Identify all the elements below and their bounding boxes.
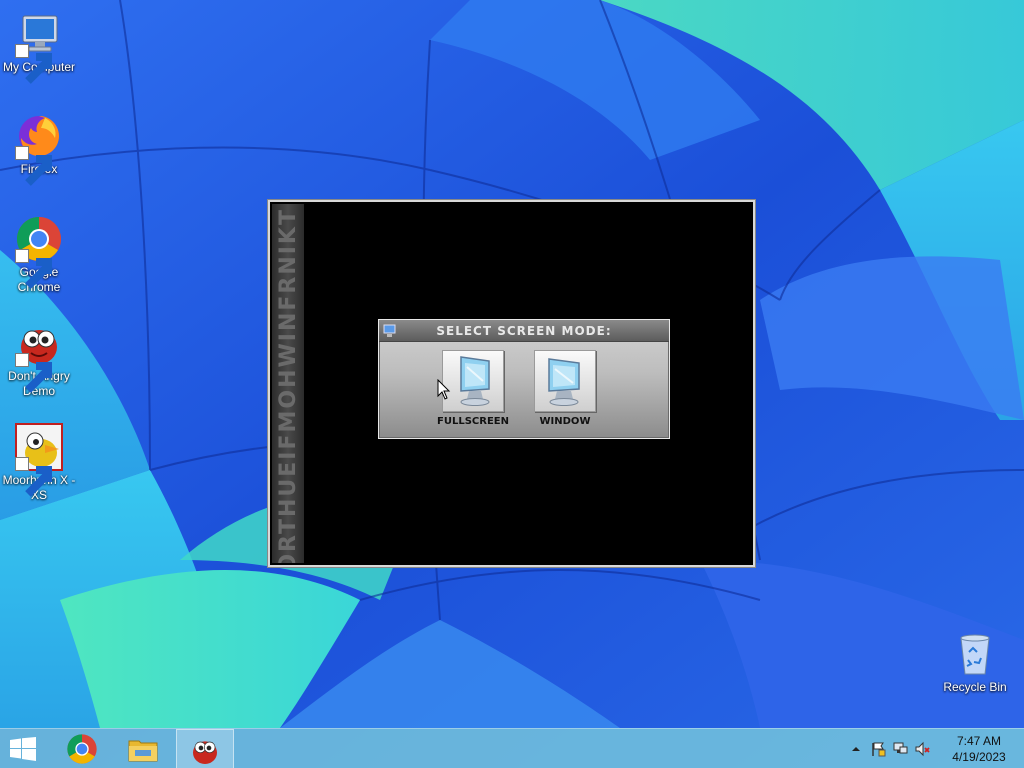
clock-time: 7:47 AM — [956, 734, 1002, 748]
desktop-icon-firefox[interactable]: Firefox — [0, 112, 78, 186]
chrome-icon — [67, 734, 97, 764]
side-banner: MORTHUEIFMOHWINFRNIKT — [272, 204, 304, 563]
shortcut-arrow-icon — [15, 249, 52, 289]
side-banner-text: MORTHUEIFMOHWINFRNIKT — [276, 208, 301, 563]
flag-icon[interactable] — [870, 741, 886, 757]
network-icon[interactable] — [892, 741, 908, 757]
dialog-title: SELECT SCREEN MODE: — [436, 324, 612, 338]
taskbar-clock[interactable]: 7:47 AM 4/19/2023 — [944, 733, 1014, 765]
shortcut-arrow-icon — [15, 457, 52, 497]
dialog-titlebar: SELECT SCREEN MODE: — [379, 320, 669, 342]
chevron-up-icon[interactable] — [848, 741, 864, 757]
dont-angry-icon — [193, 741, 217, 764]
desktop-icon-label: Recycle Bin — [943, 680, 1007, 694]
mouse-cursor-icon — [437, 379, 451, 400]
taskbar: 7:47 AM 4/19/2023 — [0, 728, 1024, 768]
fullscreen-label: FULLSCREEN — [437, 416, 509, 427]
game-window[interactable]: MORTHUEIFMOHWINFRNIKT SELECT SCREEN MODE… — [268, 200, 755, 567]
monitor-window-icon — [548, 358, 580, 406]
desktop-icon-recycle-bin[interactable]: Recycle Bin — [936, 630, 1014, 695]
desktop-icon-dont-angry-demo[interactable]: Don't Angry Demo — [0, 319, 78, 399]
desktop-icon-google-chrome[interactable]: Google Chrome — [0, 215, 78, 295]
shortcut-arrow-icon — [15, 44, 52, 84]
window-button[interactable]: WINDOW — [533, 350, 597, 427]
taskbar-dont-angry[interactable] — [176, 729, 234, 768]
shortcut-arrow-icon — [15, 146, 52, 186]
window-label: WINDOW — [539, 416, 591, 427]
system-tray: 7:47 AM 4/19/2023 — [844, 729, 1024, 768]
volume-muted-icon[interactable] — [914, 741, 930, 757]
screen-mode-dialog: SELECT SCREEN MODE: FULLSCREEN WINDOW — [378, 319, 670, 439]
recycle-bin-icon — [960, 634, 990, 675]
taskbar-chrome[interactable] — [54, 729, 110, 768]
start-button[interactable] — [0, 729, 48, 768]
desktop-icon-my-computer[interactable]: My Computer — [0, 10, 78, 84]
taskbar-file-explorer[interactable] — [115, 729, 171, 768]
shortcut-arrow-icon — [15, 353, 52, 393]
clock-date: 4/19/2023 — [952, 750, 1006, 764]
folder-icon — [128, 740, 158, 762]
desktop-icon-moorhuhn[interactable]: Moorhuhn X - XS — [0, 423, 78, 503]
fullscreen-tile[interactable] — [442, 350, 504, 412]
windows-logo-icon — [10, 737, 36, 761]
window-tile[interactable] — [534, 350, 596, 412]
monitor-fullscreen-icon — [460, 356, 490, 406]
